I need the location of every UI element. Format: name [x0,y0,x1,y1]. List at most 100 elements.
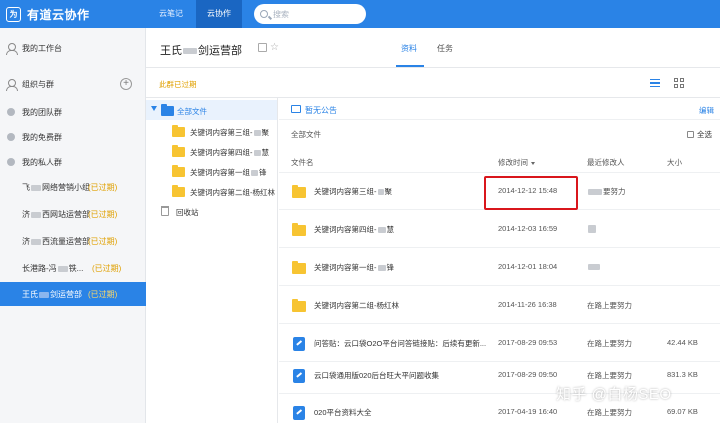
group-status: (已过期) [88,210,118,219]
file-modifier: 在路上要努力 [587,408,632,417]
document-icon [293,369,305,383]
file-row[interactable]: 关键词内容第二组-杨红林 2014-11-26 16:38 在路上要努力 [279,287,720,324]
search-icon [260,10,268,18]
file-modifier: 在路上要努力 [587,371,632,380]
group-icon [6,79,18,91]
folder-icon [292,185,306,198]
file-modified-time: 2017-08-29 09:53 [498,338,558,347]
column-header-size[interactable]: 大小 [667,157,682,168]
file-row[interactable]: 关键词内容第四组- 慧 2014-12-03 16:59 [279,211,720,248]
group-status: (已过期) [92,264,122,273]
list-view-icon[interactable] [650,79,660,87]
column-header-name[interactable]: 文件名 [291,157,314,168]
file-modified-time: 2014-12-01 18:04 [498,262,558,271]
tree-item-label: 关键词内容第四组- 慧 [190,148,269,157]
toolbar: 此群已过期 [146,68,720,98]
circle-icon [7,133,15,141]
group-item-selected[interactable]: 王氏 剑运营部 (已过期) [0,282,146,306]
tree-item-label: 回收站 [176,208,199,217]
user-icon [6,43,18,55]
announcement-bar: 暂无公告 编辑 [279,98,720,120]
expired-notice: 此群已过期 [159,80,197,89]
sidebar-item-label: 我的免费群 [22,133,62,142]
file-name: 关键词内容第三组- 聚 [314,187,392,196]
sidebar-item-org-groups[interactable]: 组织与群 + [0,72,146,96]
folder-tree: 全部文件 关键词内容第三组- 聚 关键词内容第四组- 慧 关键词内容第一组锋 关键词… [146,98,278,423]
nav-cloud-collab[interactable]: 云协作 [196,0,242,28]
circle-icon [7,158,15,166]
tree-item[interactable]: 关键词内容第二组-杨红林 [146,181,277,201]
breadcrumb: 全部文件 [291,130,321,139]
tree-item-label: 关键词内容第三组- 聚 [190,128,269,137]
file-modifier [587,224,597,234]
folder-icon [172,185,185,197]
file-modifier [587,262,601,271]
info-icon[interactable] [258,43,267,52]
file-name: 云口袋通用版020后台旺大平问题收集 [314,371,440,380]
caret-down-icon [151,106,157,111]
file-modifier: 在路上要努力 [587,301,632,310]
search-input[interactable] [273,9,353,19]
star-icon[interactable]: ☆ [270,43,279,53]
tree-item[interactable]: 关键词内容第一组锋 [146,161,277,181]
group-item[interactable]: 飞网络营销小组 (已过期) [0,175,146,199]
group-name: 济西流量运营部 [22,237,90,246]
sidebar-item-free-groups[interactable]: 我的免费群 [0,125,146,149]
document-icon [293,406,305,420]
group-item[interactable]: 长港路-冯 铁... (已过期) [0,256,146,280]
file-size: 42.44 KB [667,338,698,347]
tab-tasks[interactable]: 任务 [437,43,453,54]
app-logo[interactable]: 为 有道云协作 [6,5,90,23]
column-header-modified[interactable]: 修改时间 [498,157,535,168]
nav-cloud-notes[interactable]: 云笔记 [148,0,194,28]
file-modified-time: 2014-11-26 16:38 [498,300,557,309]
file-row[interactable]: 关键词内容第一组- 锋 2014-12-01 18:04 [279,249,720,286]
app-name: 有道云协作 [27,7,90,22]
circle-icon [7,108,15,116]
highlight-annotation [484,176,578,210]
tree-item[interactable]: 关键词内容第三组- 聚 [146,121,277,141]
file-modified-time: 2017-08-29 09:50 [498,370,558,379]
folder-icon [172,165,185,177]
group-name: 飞网络营销小组 [22,183,90,192]
sort-desc-icon [531,161,535,165]
add-group-button[interactable]: + [120,78,132,90]
group-status: (已过期) [88,183,118,192]
folder-icon [292,223,306,236]
sidebar-item-label: 我的工作台 [22,44,62,53]
tree-item-recycle[interactable]: 回收站 [146,201,277,221]
file-name: 关键词内容第四组- 慧 [314,225,394,234]
trash-icon [161,206,169,216]
announcement-icon [291,105,301,113]
tree-item-all-files[interactable]: 全部文件 [146,100,277,120]
sidebar-item-label: 我的私人群 [22,158,62,167]
sidebar-item-workspace[interactable]: 我的工作台 [0,36,146,60]
group-item[interactable]: 济西网站运营部 (已过期) [0,202,146,226]
document-icon [293,337,305,351]
file-name: 关键词内容第一组- 锋 [314,263,394,272]
edit-announcement-link[interactable]: 编辑 [699,105,714,116]
tree-item-label: 关键词内容第二组-杨红林 [190,188,275,197]
select-all-checkbox[interactable] [687,131,694,138]
sidebar-item-private-groups[interactable]: 我的私人群 [0,150,146,174]
select-all-toggle[interactable]: 全选 [687,129,712,140]
active-tab-indicator [396,65,424,67]
select-all-label: 全选 [697,130,712,139]
group-name: 济西网站运营部 [22,210,90,219]
search-box[interactable] [254,4,366,24]
group-item[interactable]: 济西流量运营部 (已过期) [0,229,146,253]
watermark: 知乎 @白杨SEO [556,386,672,403]
file-modifier: 要努力 [587,186,626,197]
tab-files[interactable]: 资料 [401,43,417,54]
file-size: 69.07 KB [667,407,698,416]
grid-view-icon[interactable] [674,78,684,88]
group-header: 王氏 剑运营部 ☆ 资料 任务 [146,28,720,68]
tree-item-label: 全部文件 [177,107,207,116]
folder-icon [172,145,185,157]
file-name: 020平台资料大全 [314,408,372,417]
file-size: 831.3 KB [667,370,698,379]
sidebar-item-team-groups[interactable]: 我的团队群 [0,100,146,124]
top-bar: 为 有道云协作 云笔记 云协作 [0,0,720,28]
column-header-modifier[interactable]: 最近修改人 [587,157,625,168]
tree-item[interactable]: 关键词内容第四组- 慧 [146,141,277,161]
